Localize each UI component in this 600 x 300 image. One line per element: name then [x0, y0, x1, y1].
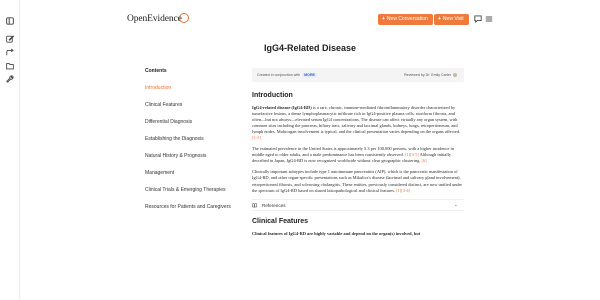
logo-ring-icon	[178, 13, 189, 23]
reviewer-avatar	[453, 73, 457, 77]
citation-link[interactable]: [6]	[422, 158, 427, 163]
intro-paragraph-2: The estimated prevalence in the United S…	[252, 146, 464, 164]
menu-icon[interactable]	[485, 15, 493, 23]
intro-p3-text: Clinically important subtypes include ty…	[252, 169, 463, 193]
new-conversation-button[interactable]: + New Conversation	[378, 14, 433, 25]
created-text: Created in conjunction with	[257, 73, 301, 77]
partner-logo: MORE	[302, 73, 317, 77]
introduction-heading: Introduction	[252, 92, 293, 99]
toc-item-establishing-diagnosis[interactable]: Establishing the Diagnosis	[145, 136, 235, 142]
references-toggle[interactable]: References ⌄	[252, 198, 464, 211]
chat-icon[interactable]	[474, 15, 482, 23]
book-icon	[252, 203, 257, 208]
citation-link[interactable]: [1][3-5]	[405, 152, 419, 157]
credit-left: Created in conjunction with MORE	[257, 73, 317, 77]
article-content: Created in conjunction with MORE Reviewe…	[252, 68, 464, 242]
clinical-features-heading: Clinical Features	[252, 217, 309, 225]
new-conversation-label: New Conversation	[386, 16, 428, 22]
credit-right: Reviewed by Dr. Emily Carter	[404, 73, 457, 77]
toc-item-clinical-trials[interactable]: Clinical Trials & Emerging Therapies	[145, 187, 235, 193]
toc-item-clinical-features[interactable]: Clinical Features	[145, 102, 235, 108]
intro-paragraph-3: Clinically important subtypes include ty…	[252, 169, 464, 193]
credit-banner: Created in conjunction with MORE Reviewe…	[252, 68, 464, 82]
sidebar-toggle-icon[interactable]	[6, 17, 14, 25]
clinical-features-paragraph-1: Clinical features of IgG4-RD are highly …	[252, 231, 464, 237]
new-note-icon[interactable]	[6, 35, 14, 43]
logo-text: OpenEvidence	[127, 14, 182, 24]
reviewed-by-text: Reviewed by Dr. Emily Carter	[404, 73, 451, 77]
toc-item-natural-history[interactable]: Natural History & Prognosis	[145, 153, 235, 159]
share-icon[interactable]	[6, 48, 14, 56]
references-label: References	[262, 202, 286, 208]
top-bar: OpenEvidence + New Conversation + New Visi…	[20, 0, 600, 38]
new-visit-button[interactable]: + New Visit	[434, 14, 469, 25]
openevidence-logo[interactable]: OpenEvidence	[127, 13, 189, 24]
new-visit-label: New Visit	[442, 16, 464, 22]
citation-link[interactable]: [1][3-4]	[396, 188, 410, 193]
toc-item-differential-diagnosis[interactable]: Differential Diagnosis	[145, 119, 235, 125]
intro-paragraph-1: IgG4-related disease (IgG4-RD) is a rare…	[252, 105, 464, 141]
toc-heading: Contents	[145, 68, 167, 74]
toc-item-management[interactable]: Management	[145, 170, 235, 176]
wrench-icon[interactable]	[6, 75, 14, 83]
plus-icon: +	[438, 16, 441, 22]
toc-item-resources[interactable]: Resources for Patients and Caregivers	[145, 204, 235, 210]
table-of-contents: Contents Introduction Clinical Features …	[145, 68, 235, 221]
icon-rail	[0, 0, 20, 300]
chevron-down-icon: ⌄	[453, 201, 458, 208]
plus-icon: +	[382, 16, 385, 22]
cf-p1-bold: Clinical features of IgG4-RD are highly …	[252, 230, 421, 236]
citation-link[interactable]: [1-3]	[252, 135, 261, 140]
page-title: IgG4-Related Disease	[263, 43, 357, 53]
folder-icon[interactable]	[6, 62, 14, 70]
intro-p1-bold: IgG4-related disease (IgG4-RD)	[252, 105, 312, 110]
toc-item-introduction[interactable]: Introduction	[145, 85, 235, 91]
